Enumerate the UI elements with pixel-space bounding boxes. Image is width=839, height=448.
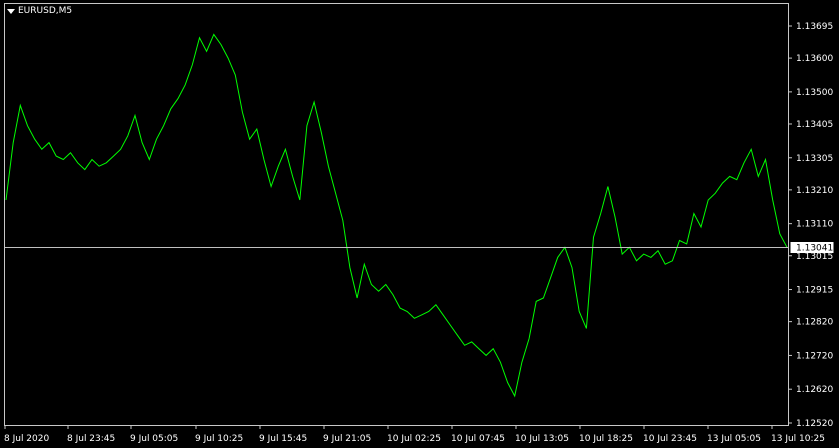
y-tick-label: 1.12915 — [796, 286, 833, 296]
x-tick-label: 10 Jul 13:05 — [515, 434, 569, 444]
current-price-group: 1.13041 — [5, 241, 835, 254]
x-tick-label: 9 Jul 05:05 — [130, 434, 178, 444]
x-tick-label: 9 Jul 21:05 — [323, 434, 371, 444]
y-tick-label: 1.12820 — [796, 318, 833, 328]
dropdown-triangle-icon[interactable] — [7, 8, 15, 14]
y-tick-label: 1.13210 — [796, 186, 833, 196]
y-tick-label: 1.12520 — [796, 419, 833, 429]
x-tick-label: 13 Jul 05:05 — [707, 434, 761, 444]
x-axis: 8 Jul 2020 8 Jul 23:45 9 Jul 05:05 9 Jul 10… — [4, 425, 825, 444]
price-series-line — [5, 33, 788, 398]
y-tick-label: 1.13015 — [796, 252, 833, 262]
price-chart[interactable]: 1.13041 1.136951.136001.135001.134051.13… — [0, 0, 839, 448]
y-tick-label: 1.12620 — [796, 385, 833, 395]
x-tick-label: 10 Jul 18:25 — [579, 434, 633, 444]
x-tick-label: 8 Jul 23:45 — [67, 434, 115, 444]
x-tick-label: 10 Jul 23:45 — [643, 434, 697, 444]
x-tick-label: 13 Jul 10:25 — [771, 434, 825, 444]
y-tick-label: 1.13110 — [796, 220, 833, 230]
y-tick-label: 1.13600 — [796, 54, 833, 64]
y-tick-label: 1.13695 — [796, 22, 833, 32]
price-series-group — [5, 33, 788, 398]
x-tick-label: 9 Jul 10:25 — [195, 434, 243, 444]
x-tick-label: 8 Jul 2020 — [4, 434, 49, 444]
x-tick-label: 10 Jul 02:25 — [387, 434, 441, 444]
chart-window[interactable]: 1.13041 1.13695 1.13600 1.13500 1.13405 1.13… — [0, 0, 839, 448]
x-tick-label: 10 Jul 07:45 — [451, 434, 505, 444]
y-tick-label: 1.13500 — [796, 88, 833, 98]
symbol-header[interactable]: EURUSD,M5 — [7, 5, 72, 17]
y-axis: 1.13695 1.13600 1.13500 1.13405 1.13305 1.132… — [788, 22, 833, 429]
y-tick-label: 1.13405 — [796, 120, 833, 130]
x-tick-label: 9 Jul 15:45 — [259, 434, 307, 444]
y-tick-label: 1.12720 — [796, 351, 833, 361]
y-tick-label: 1.13305 — [796, 154, 833, 164]
symbol-label: EURUSD,M5 — [18, 6, 73, 16]
